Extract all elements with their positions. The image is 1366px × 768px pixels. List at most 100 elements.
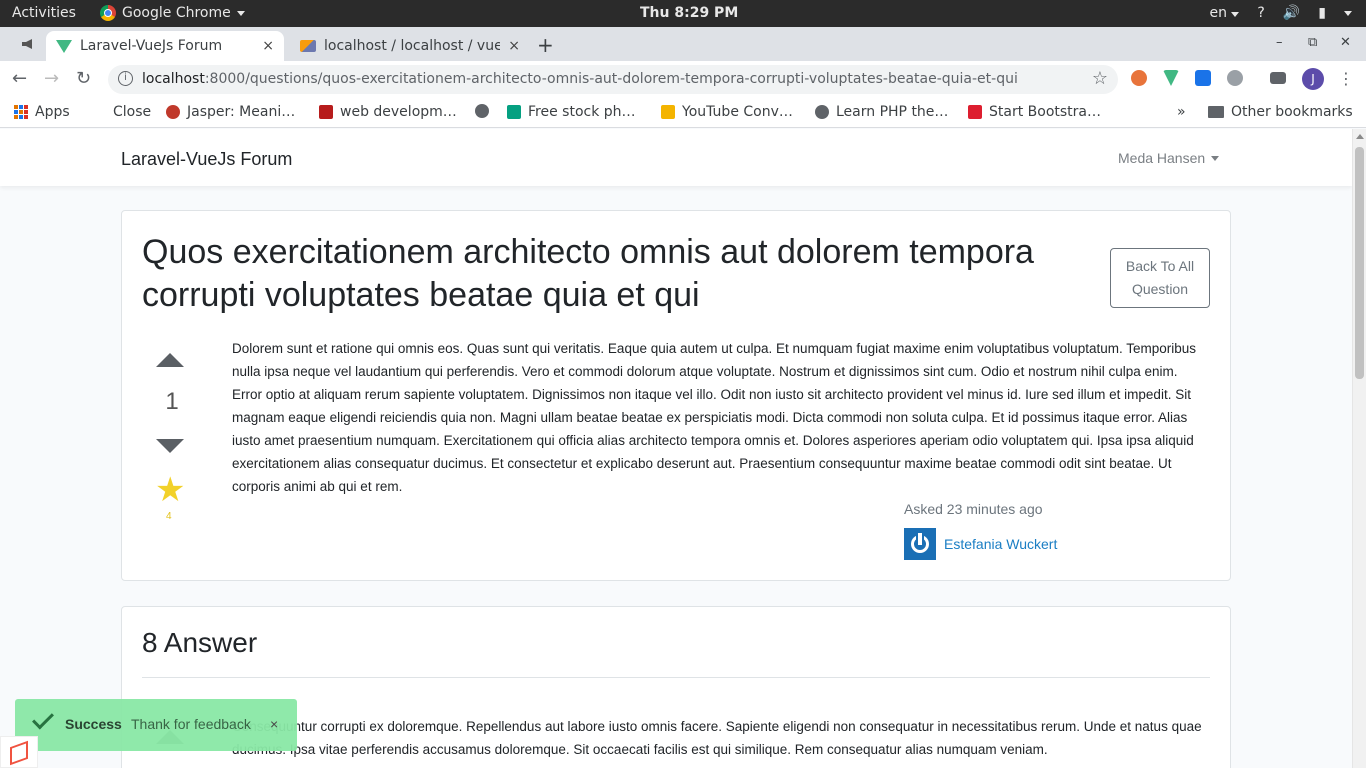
system-tray[interactable]: en ? 🔊 ▮ xyxy=(1209,5,1352,21)
browser-menu-icon[interactable]: ⋮ xyxy=(1338,69,1354,88)
bookmark-free-stock[interactable]: Free stock ph… xyxy=(507,104,636,120)
save-extension-icon[interactable] xyxy=(1195,70,1211,86)
bookmark-label: Apps xyxy=(35,104,70,120)
app-menu-label: Google Chrome xyxy=(122,5,231,21)
other-bookmarks[interactable]: Other bookmarks xyxy=(1208,104,1353,120)
close-tab-icon[interactable]: × xyxy=(262,38,274,54)
user-name: Meda Hansen xyxy=(1118,150,1206,166)
bookmark-start-bootstrap[interactable]: Start Bootstra… xyxy=(968,104,1101,120)
author-avatar[interactable] xyxy=(904,528,936,560)
clock[interactable]: Thu 8:29 PM xyxy=(640,5,738,21)
laravel-logo-icon xyxy=(0,736,38,768)
check-icon xyxy=(32,707,54,730)
volume-icon[interactable]: 🔊 xyxy=(1283,5,1300,21)
bookmark-jasper[interactable]: Jasper: Meani… xyxy=(166,104,295,120)
activities-button[interactable]: Activities xyxy=(12,5,76,21)
phpmyadmin-icon xyxy=(300,40,316,52)
answers-count-title: 8 Answer xyxy=(142,627,258,658)
site-info-icon[interactable]: i xyxy=(118,71,133,86)
tab-laravel-forum[interactable]: Laravel-VueJs Forum × xyxy=(46,31,284,61)
minimize-button[interactable]: – xyxy=(1276,35,1283,50)
bookmark-label: Start Bootstra… xyxy=(989,104,1101,120)
media-icon[interactable] xyxy=(1270,72,1286,84)
bookmark-label: Learn PHP the… xyxy=(836,104,949,120)
bookmark-label: web developm… xyxy=(340,104,457,120)
bookmark-web-development[interactable]: web developm… xyxy=(319,104,457,120)
chevron-down-icon xyxy=(236,10,245,16)
asked-timestamp: Asked 23 minutes ago xyxy=(904,501,1043,517)
bookmark-globe[interactable] xyxy=(475,104,489,118)
tab-phpmyadmin[interactable]: localhost / localhost / vue × xyxy=(290,31,530,61)
language-indicator[interactable]: en xyxy=(1209,5,1240,21)
extension-icon[interactable] xyxy=(1227,70,1243,86)
bookmark-youtube-converter[interactable]: YouTube Conv… xyxy=(661,104,793,120)
site-navbar: Laravel-VueJs Forum Meda Hansen xyxy=(0,129,1352,186)
scrollbar-thumb[interactable] xyxy=(1355,147,1364,379)
close-window-button[interactable]: ✕ xyxy=(1340,35,1351,50)
success-toast: Success Thank for feedback × xyxy=(15,699,297,751)
vue-devtools-icon[interactable] xyxy=(1163,70,1179,86)
pexels-icon xyxy=(507,105,521,119)
back-to-all-questions-button[interactable]: Back To All Question xyxy=(1110,248,1210,308)
tab-title: Laravel-VueJs Forum xyxy=(80,38,223,54)
chevron-down-icon[interactable] xyxy=(1344,10,1352,16)
answer-body: Consequuntur corrupti ex doloremque. Rep… xyxy=(232,719,1202,757)
chrome-icon xyxy=(100,5,116,21)
reload-icon[interactable]: ↻ xyxy=(76,68,91,89)
site-brand[interactable]: Laravel-VueJs Forum xyxy=(121,149,292,170)
user-menu[interactable]: Meda Hansen xyxy=(1118,150,1220,166)
apps-grid-icon xyxy=(14,105,28,119)
question-card: Quos exercitationem architecto omnis aut… xyxy=(121,210,1231,581)
help-icon[interactable]: ? xyxy=(1257,5,1264,21)
tab-audio-icon[interactable] xyxy=(22,39,32,49)
bookmark-star-icon[interactable]: ☆ xyxy=(1092,68,1108,89)
maximize-button[interactable]: ⧉ xyxy=(1308,35,1317,50)
converter-icon xyxy=(661,105,675,119)
bookmark-label: Other bookmarks xyxy=(1231,104,1353,120)
address-bar[interactable]: i localhost:8000/questions/quos-exercita… xyxy=(108,65,1118,94)
globe-icon xyxy=(815,105,829,119)
bookmark-learn-php[interactable]: Learn PHP the… xyxy=(815,104,948,120)
folder-icon xyxy=(1208,106,1224,118)
scroll-up-icon[interactable] xyxy=(1356,134,1364,139)
divider xyxy=(142,677,1210,678)
tab-strip: Laravel-VueJs Forum × localhost / localh… xyxy=(0,27,1366,61)
close-tab-icon[interactable]: × xyxy=(508,38,520,54)
new-tab-button[interactable]: + xyxy=(537,33,554,57)
bookmarks-bar: Apps Close Jasper: Meani… web developm… … xyxy=(0,97,1366,128)
vote-up-icon[interactable] xyxy=(156,353,186,367)
vote-down-icon[interactable] xyxy=(156,439,186,453)
extension-icon[interactable] xyxy=(1131,70,1147,86)
page-viewport: Laravel-VueJs Forum Meda Hansen Quos exe… xyxy=(0,129,1352,768)
start-bootstrap-icon xyxy=(968,105,982,119)
url-text[interactable]: localhost:8000/questions/quos-exercitati… xyxy=(142,71,1018,87)
pd-icon xyxy=(319,105,333,119)
bookmark-apps[interactable]: Apps xyxy=(14,104,70,120)
chevron-down-icon xyxy=(1211,155,1220,161)
jasper-icon xyxy=(166,105,180,119)
bookmark-close[interactable]: Close xyxy=(113,104,151,120)
profile-avatar[interactable]: J xyxy=(1302,68,1324,90)
forward-icon[interactable]: → xyxy=(44,68,59,89)
globe-icon xyxy=(475,104,489,118)
question-title: Quos exercitationem architecto omnis aut… xyxy=(142,233,1034,314)
vue-icon xyxy=(56,39,72,53)
question-body: Dolorem sunt et ratione qui omnis eos. Q… xyxy=(232,341,1197,494)
app-menu[interactable]: Google Chrome xyxy=(100,5,245,21)
favorites-count: 4 xyxy=(166,511,172,522)
toast-message: Thank for feedback xyxy=(131,716,251,732)
browser-toolbar: ← → ↻ i localhost:8000/questions/quos-ex… xyxy=(0,61,1366,97)
battery-icon[interactable]: ▮ xyxy=(1318,5,1326,21)
chevron-down-icon xyxy=(1231,12,1240,17)
favorite-star-icon[interactable]: ★ xyxy=(155,473,185,507)
toast-title: Success xyxy=(65,716,122,732)
author-link[interactable]: Estefania Wuckert xyxy=(944,536,1057,552)
system-top-bar: Activities Google Chrome Thu 8:29 PM en … xyxy=(0,0,1366,27)
back-icon[interactable]: ← xyxy=(12,68,27,89)
bookmark-label: YouTube Conv… xyxy=(682,104,793,120)
bookmark-label: Jasper: Meani… xyxy=(187,104,296,120)
page-scrollbar[interactable] xyxy=(1352,129,1366,768)
bookmarks-overflow-button[interactable]: » xyxy=(1177,104,1186,120)
toast-close-icon[interactable]: × xyxy=(270,716,278,732)
bookmark-label: Close xyxy=(113,104,152,120)
